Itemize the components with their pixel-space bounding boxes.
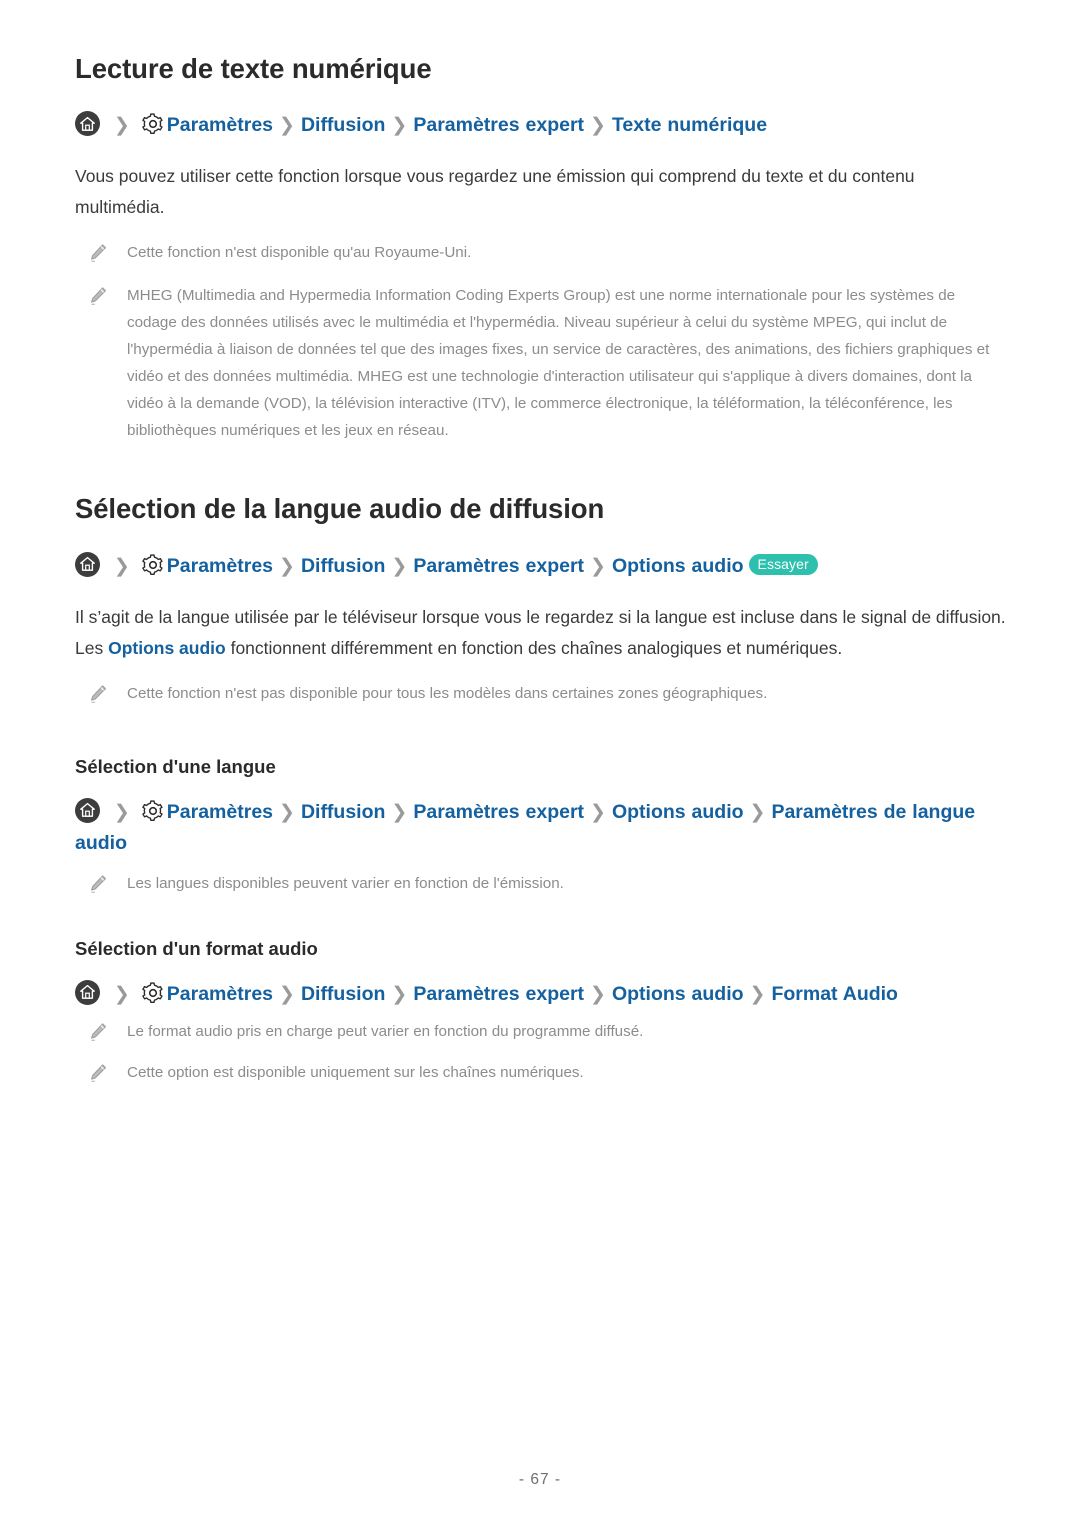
body-paragraph-digital-text: Vous pouvez utiliser cette fonction lors… <box>75 166 915 218</box>
breadcrumb-separator-icon: ❯ <box>749 801 766 823</box>
breadcrumb-item-parametres[interactable]: Paramètres <box>167 983 273 1005</box>
pencil-icon <box>87 285 109 307</box>
pencil-icon <box>87 873 109 895</box>
breadcrumb-separator-icon: ❯ <box>590 115 606 137</box>
note-item: Cette option est disponible uniquement s… <box>75 1059 1008 1086</box>
note-text: Les langues disponibles peuvent varier e… <box>127 874 564 892</box>
gear-icon[interactable] <box>141 982 164 1004</box>
body-part-2: fonctionnent différemment en fonction de… <box>225 637 843 658</box>
note-text: Cette fonction n'est disponible qu'au Ro… <box>127 244 472 262</box>
breadcrumb-item-parametres-expert[interactable]: Paramètres expert <box>413 801 584 823</box>
breadcrumb-item-diffusion[interactable]: Diffusion <box>301 983 385 1005</box>
note-text: Cette option est disponible uniquement s… <box>127 1063 584 1081</box>
gear-icon[interactable] <box>141 800 164 822</box>
breadcrumb-audio-language: ❯ Paramètres ❯ Diffusion ❯ Paramètres expert… <box>75 551 1008 582</box>
pencil-icon <box>87 1062 109 1084</box>
section-title-audio-language: Sélection de la langue audio de diffusio… <box>75 493 605 525</box>
breadcrumb-separator-icon: ❯ <box>391 801 408 823</box>
home-icon[interactable] <box>75 797 100 823</box>
gear-icon[interactable] <box>141 554 164 576</box>
note-text: Cette fonction n'est pas disponible pour… <box>127 684 768 702</box>
body-paragraph-audio-language: Il s’agit de la langue utilisée par le t… <box>75 602 1008 664</box>
home-icon[interactable] <box>75 551 100 577</box>
breadcrumb-item-parametres-expert[interactable]: Paramètres expert <box>413 983 584 1005</box>
breadcrumb-separator-icon: ❯ <box>391 983 408 1005</box>
note-text: Le format audio pris en charge peut vari… <box>127 1022 644 1040</box>
breadcrumb-separator-icon: ❯ <box>279 983 295 1005</box>
breadcrumb-item-options-audio[interactable]: Options audio <box>612 555 744 577</box>
note-item: MHEG (Multimedia and Hypermedia Informat… <box>75 282 1008 444</box>
breadcrumb-item-diffusion[interactable]: Diffusion <box>301 114 385 136</box>
home-icon[interactable] <box>75 111 100 137</box>
breadcrumb-separator-icon: ❯ <box>590 983 606 1005</box>
note-item: Cette fonction n'est pas disponible pour… <box>75 680 1008 707</box>
subsection-title-language-selection: Sélection d'une langue <box>75 755 276 777</box>
breadcrumb-separator-icon: ❯ <box>113 555 130 577</box>
breadcrumb-audio-format: ❯ Paramètres ❯ Diffusion ❯ Paramètres expert… <box>75 979 1008 1010</box>
breadcrumb-separator-icon: ❯ <box>391 115 408 137</box>
breadcrumb-item-diffusion[interactable]: Diffusion <box>301 801 385 823</box>
home-icon[interactable] <box>75 979 100 1005</box>
page-number: - 67 - <box>518 1471 562 1488</box>
subsection-title-audio-format: Sélection d'un format audio <box>75 937 318 959</box>
breadcrumb-item-texte-numerique[interactable]: Texte numérique <box>612 114 767 136</box>
breadcrumb-item-parametres[interactable]: Paramètres <box>167 114 273 136</box>
breadcrumb-separator-icon: ❯ <box>279 801 295 823</box>
breadcrumb-separator-icon: ❯ <box>391 555 408 577</box>
breadcrumb-digital-text: ❯ Paramètres ❯ Diffusion ❯ Paramètres expert… <box>75 110 1008 141</box>
note-text: MHEG (Multimedia and Hypermedia Informat… <box>127 287 990 440</box>
breadcrumb-item-diffusion[interactable]: Diffusion <box>301 555 385 577</box>
manual-page: Lecture de texte numérique ❯ Paramètres ❯… <box>0 0 1080 1527</box>
breadcrumb-item-format-audio[interactable]: Format Audio <box>771 983 898 1005</box>
note-item: Les langues disponibles peuvent varier e… <box>75 870 1008 897</box>
breadcrumb-separator-icon: ❯ <box>749 983 766 1005</box>
inline-link-options-audio[interactable]: Options audio <box>108 638 226 658</box>
breadcrumb-item-parametres-expert[interactable]: Paramètres expert <box>413 555 584 577</box>
breadcrumb-separator-icon: ❯ <box>590 801 606 823</box>
breadcrumb-separator-icon: ❯ <box>113 983 130 1005</box>
breadcrumb-separator-icon: ❯ <box>279 555 295 577</box>
breadcrumb-item-options-audio[interactable]: Options audio <box>612 983 744 1005</box>
breadcrumb-separator-icon: ❯ <box>590 555 606 577</box>
page-title: Lecture de texte numérique <box>75 53 432 84</box>
breadcrumb-separator-icon: ❯ <box>113 801 130 823</box>
breadcrumb-item-parametres[interactable]: Paramètres <box>167 555 273 577</box>
breadcrumb-language-selection: ❯ Paramètres ❯ Diffusion ❯ Paramètres expert… <box>75 797 1008 858</box>
breadcrumb-separator-icon: ❯ <box>279 115 295 137</box>
note-item: Le format audio pris en charge peut vari… <box>75 1018 1008 1045</box>
breadcrumb-item-options-audio[interactable]: Options audio <box>612 801 744 823</box>
breadcrumb-item-parametres[interactable]: Paramètres <box>167 801 273 823</box>
pencil-icon <box>87 683 109 705</box>
gear-icon[interactable] <box>141 113 164 135</box>
note-item: Cette fonction n'est disponible qu'au Ro… <box>75 239 1008 266</box>
pencil-icon <box>87 1021 109 1043</box>
essayer-badge[interactable]: Essayer <box>748 553 818 575</box>
pencil-icon <box>87 242 109 264</box>
breadcrumb-separator-icon: ❯ <box>113 115 130 137</box>
breadcrumb-item-parametres-expert[interactable]: Paramètres expert <box>413 114 584 136</box>
